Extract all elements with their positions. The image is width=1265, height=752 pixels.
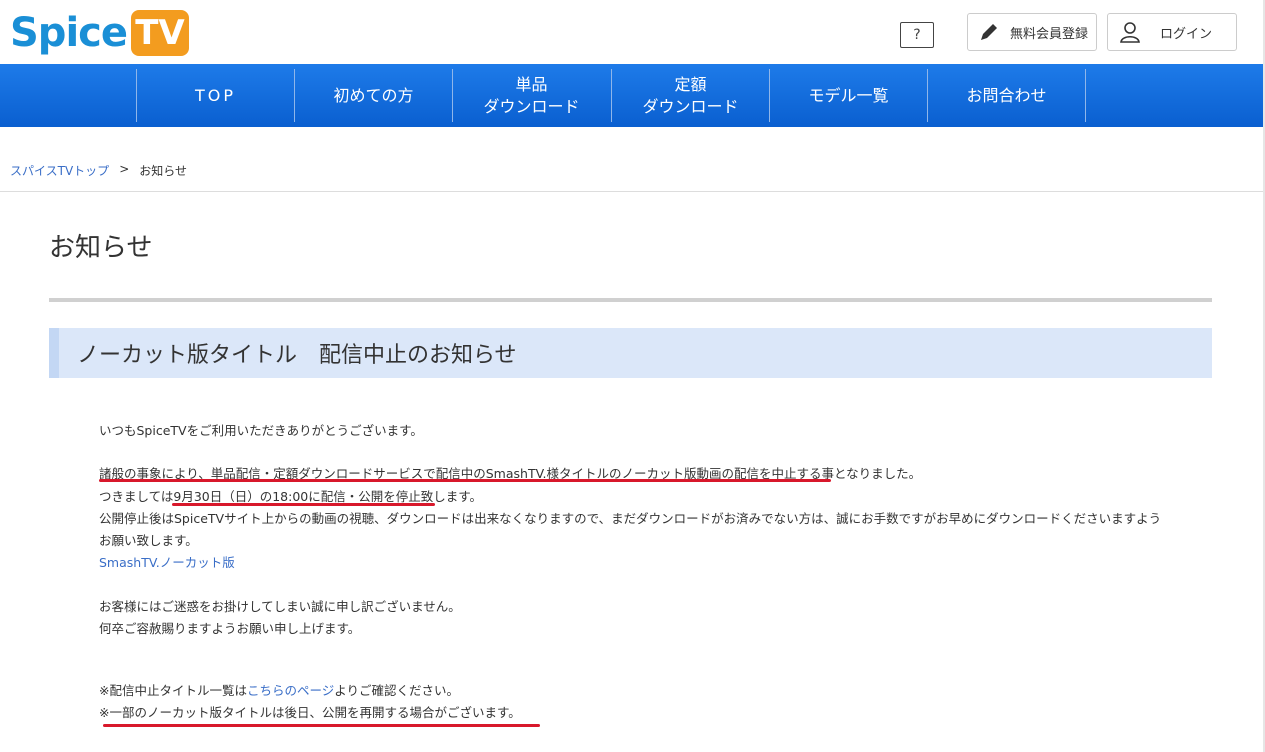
login-button[interactable]: ログイン xyxy=(1107,13,1237,51)
question-bubble-icon[interactable]: ? xyxy=(900,22,934,48)
nav-item-label: 初めての方 xyxy=(333,85,414,105)
nav-divider xyxy=(1085,69,1086,122)
title-divider xyxy=(49,298,1212,302)
main-nav: TOP 初めての方 単品 ダウンロード 定額 ダウンロード モデル一覧 お問合わ… xyxy=(0,64,1265,127)
breadcrumb: スパイスTVトップ > お知らせ xyxy=(10,162,187,179)
this-page-link[interactable]: こちらのページ xyxy=(247,683,334,698)
pencil-icon xyxy=(981,24,997,40)
smashtv-uncut-link[interactable]: SmashTV.ノーカット版 xyxy=(99,552,235,571)
red-underline xyxy=(172,503,435,506)
nav-item-label: ダウンロード xyxy=(483,96,580,116)
register-label: 無料会員登録 xyxy=(1010,26,1089,42)
notice-title: ノーカット版タイトル 配信中止のお知らせ xyxy=(77,343,517,368)
paragraph-title-list: ※配信中止タイトル一覧はこちらのページよりご確認ください。 xyxy=(99,680,459,699)
nav-item-beginners[interactable]: 初めての方 xyxy=(294,69,452,122)
nav-item-top[interactable]: TOP xyxy=(136,69,294,122)
title-list-suffix: よりご確認ください。 xyxy=(334,683,460,698)
paragraph-greeting: いつもSpiceTVをご利用いただきありがとうございます。 xyxy=(99,423,423,438)
nav-item-models[interactable]: モデル一覧 xyxy=(769,69,927,122)
page-title: お知らせ xyxy=(49,233,153,263)
nav-item-contact[interactable]: お問合わせ xyxy=(927,69,1085,122)
register-button[interactable]: 無料会員登録 xyxy=(967,13,1097,51)
nav-item-flat-download[interactable]: 定額 ダウンロード xyxy=(611,69,769,122)
red-underline xyxy=(99,479,831,482)
breadcrumb-divider xyxy=(0,191,1265,192)
logo-text: Spice xyxy=(10,10,128,56)
paragraph-request: お願い致します。 xyxy=(99,533,198,548)
paragraph-download-note: 公開停止後はSpiceTVサイト上からの動画の視聴、ダウンロードは出来なくなりま… xyxy=(99,511,1162,526)
logo-tv-badge: TV xyxy=(131,10,189,56)
nav-item-label: TOP xyxy=(194,85,236,105)
nav-item-single-download[interactable]: 単品 ダウンロード xyxy=(452,69,610,122)
title-list-prefix: ※配信中止タイトル一覧は xyxy=(99,683,247,698)
notice-heading: ノーカット版タイトル 配信中止のお知らせ xyxy=(49,328,1212,378)
paragraph-resume-note: ※一部のノーカット版タイトルは後日、公開を再開する場合がございます。 xyxy=(99,705,521,720)
site-header: Spice TV ? 無料会員登録 ログイン xyxy=(0,0,1265,64)
breadcrumb-current: お知らせ xyxy=(139,164,188,178)
nav-item-label: 単品 xyxy=(515,74,548,94)
nav-item-label: モデル一覧 xyxy=(808,85,889,105)
user-icon xyxy=(1120,22,1140,43)
paragraph-apology: お客様にはご迷惑をお掛けしてしまい誠に申し訳ございません。 xyxy=(99,599,461,614)
paragraph-closing: 何卒ご容赦賜りますようお願い申し上げます。 xyxy=(99,621,361,636)
breadcrumb-home-link[interactable]: スパイスTVトップ xyxy=(10,162,109,179)
nav-item-label: ダウンロード xyxy=(642,96,739,116)
breadcrumb-separator: > xyxy=(119,162,130,176)
nav-item-label: 定額 xyxy=(674,74,707,94)
red-underline xyxy=(103,724,540,727)
nav-item-label: お問合わせ xyxy=(966,85,1047,105)
site-logo[interactable]: Spice TV xyxy=(10,8,189,58)
login-label: ログイン xyxy=(1160,26,1213,42)
